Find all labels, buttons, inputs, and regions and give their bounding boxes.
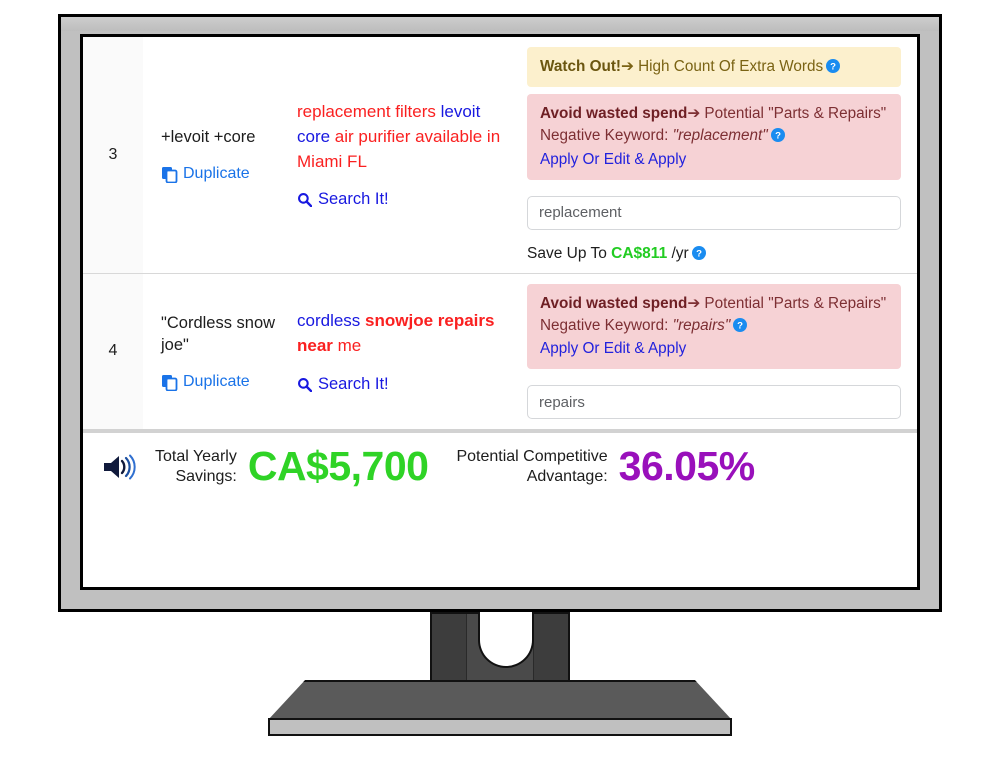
screen: 3 +levoit +core Duplicate replacement filte… (80, 34, 920, 590)
row-index: 3 (83, 37, 143, 273)
search-icon[interactable] (297, 377, 312, 392)
svg-text:?: ? (830, 62, 836, 73)
advantage-label: Potential Competitive Advantage: (456, 447, 607, 486)
svg-text:?: ? (696, 248, 702, 259)
negative-keyword-input[interactable] (527, 385, 901, 420)
apply-or-edit-link[interactable]: Apply Or Edit & Apply (540, 149, 888, 171)
duplicate-icon[interactable] (161, 374, 178, 391)
savings-suffix: /yr (671, 244, 689, 262)
search-it-label: Search It! (318, 374, 389, 393)
total-yearly-savings-value: CA$5,700 (247, 443, 429, 490)
estimated-savings: Save Up To CA$811 /yr? (527, 245, 901, 263)
row-index: 4 (83, 273, 143, 430)
duplicate-label: Duplicate (183, 165, 250, 183)
duplicate-button[interactable]: Duplicate (161, 373, 281, 391)
alert-arrow-icon: ➔ (621, 58, 634, 75)
savings-label-line1: Total Yearly (155, 448, 237, 466)
alert-prefix: Avoid wasted spend (540, 105, 688, 123)
alert-danger: Avoid wasted spend➔ Potential "Parts & R… (527, 283, 901, 370)
keyword-table: 3 +levoit +core Duplicate replacement filte… (83, 37, 917, 430)
monitor: 3 +levoit +core Duplicate replacement filte… (58, 14, 942, 612)
savings-label-line2: Savings: (175, 467, 237, 485)
help-icon[interactable]: ? (733, 317, 748, 332)
speaker-icon-wrap[interactable] (83, 453, 155, 481)
search-query-text: replacement filters levoit core air puri… (297, 100, 507, 174)
potential-competitive-advantage: Potential Competitive Advantage: 36.05% (456, 443, 756, 490)
keyword-text: "Cordless snow joe" (161, 313, 276, 355)
savings-prefix: Save Up To (527, 244, 607, 262)
alert-prefix: Avoid wasted spend (540, 294, 688, 312)
keyword-cell: +levoit +core Duplicate (143, 37, 289, 273)
apply-or-edit-link[interactable]: Apply Or Edit & Apply (540, 338, 888, 360)
duplicate-icon[interactable] (161, 166, 178, 183)
total-yearly-savings-label: Total Yearly Savings: (155, 447, 237, 486)
search-query-text: cordless snowjoe repairs near me (297, 309, 507, 358)
alert-emphasis: "replacement" (672, 127, 768, 145)
search-query-cell: replacement filters levoit core air puri… (289, 37, 517, 273)
search-query-cell: cordless snowjoe repairs near me Search I… (289, 274, 517, 430)
alerts-cell: Avoid wasted spend➔ Potential "Parts & R… (517, 274, 917, 430)
table-row: 4 "Cordless snow joe" Duplicate cordless sn… (83, 273, 917, 430)
table-row: 3 +levoit +core Duplicate replacement filte… (83, 37, 917, 274)
alert-arrow-icon: ➔ (687, 105, 701, 123)
alert-warning: Watch Out!➔ High Count Of Extra Words? (527, 47, 901, 88)
stand-base-top (268, 680, 732, 720)
duplicate-label: Duplicate (183, 373, 250, 391)
savings-amount: CA$811 (611, 244, 668, 262)
stand-base-lip (268, 718, 732, 736)
keyword-cell: "Cordless snow joe" Duplicate (143, 274, 289, 430)
query-segment: snowjoe repairs (365, 311, 495, 331)
help-icon[interactable]: ? (826, 59, 841, 73)
alerts-cell: Watch Out!➔ High Count Of Extra Words? Av… (517, 37, 917, 273)
alert-arrow-icon: ➔ (687, 294, 701, 312)
query-segment: replacement filters (297, 102, 441, 122)
query-segment: near (297, 335, 338, 355)
stand-cable-cutout (478, 612, 534, 668)
alert-emphasis: "repairs" (672, 316, 731, 334)
negative-keyword-input[interactable] (527, 195, 901, 230)
help-icon[interactable]: ? (770, 128, 785, 143)
alert-danger: Avoid wasted spend➔ Potential "Parts & R… (527, 94, 901, 180)
search-icon[interactable] (297, 192, 312, 208)
svg-text:?: ? (775, 131, 781, 142)
alert-prefix: Watch Out! (540, 58, 622, 75)
alert-body: High Count Of Extra Words (638, 58, 824, 75)
query-segment: me (337, 335, 362, 355)
monitor-stand-base (268, 680, 732, 738)
total-yearly-savings: Total Yearly Savings: CA$5,700 (155, 443, 429, 490)
advantage-label-line1: Potential Competitive (456, 448, 608, 466)
keyword-text: +levoit +core (161, 128, 256, 147)
advantage-label-line2: Advantage: (526, 467, 608, 485)
bezel-highlight (61, 17, 939, 31)
speaker-icon[interactable] (102, 453, 136, 481)
query-segment: cordless (297, 311, 366, 331)
summary-footer: Total Yearly Savings: CA$5,700 Potential… (83, 429, 917, 496)
potential-competitive-advantage-value: 36.05% (618, 443, 756, 490)
help-icon[interactable]: ? (691, 245, 706, 260)
search-it-button[interactable]: Search It! (297, 190, 507, 209)
svg-text:?: ? (737, 320, 743, 331)
search-it-label: Search It! (318, 190, 389, 209)
duplicate-button[interactable]: Duplicate (161, 165, 281, 183)
search-it-button[interactable]: Search It! (297, 375, 507, 394)
